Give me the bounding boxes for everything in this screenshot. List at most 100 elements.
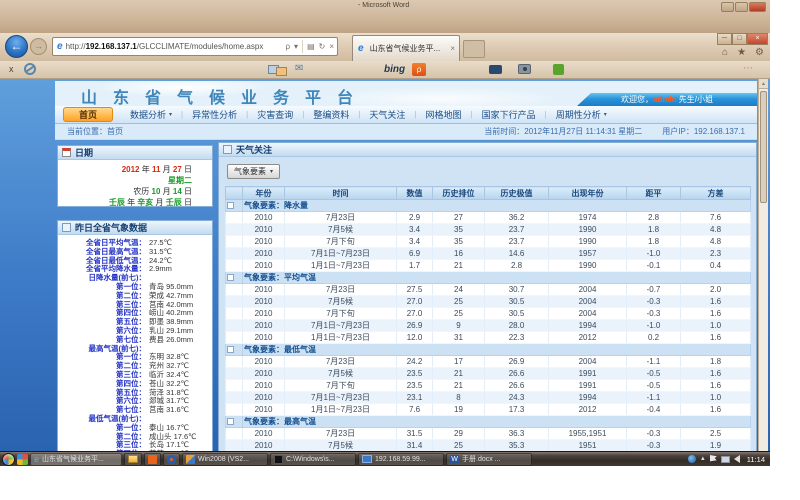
table-row[interactable]: 20107月23日2.92736.219742.87.6 [226, 212, 751, 224]
nav-item-7[interactable]: 网格地图 [417, 108, 471, 121]
nav-item-9[interactable]: 周期性分析▾ [547, 108, 616, 121]
nav-item-2[interactable]: 数据分析▾ [121, 108, 181, 121]
task-button-3[interactable] [144, 453, 161, 466]
home-icon[interactable]: ⌂ [722, 47, 728, 59]
binoculars-icon[interactable] [489, 65, 502, 74]
task-button-1[interactable]: e山东省气候业务平... [30, 453, 122, 466]
table-row[interactable]: 20107月下旬3.43523.719901.84.8 [226, 236, 751, 248]
group-row[interactable]: 气象要素：降水量 [226, 200, 751, 212]
forward-button[interactable]: → [30, 38, 47, 55]
scroll-up-icon[interactable]: ▲ [759, 79, 768, 89]
table-row[interactable]: 20107月1日~7月23日23.1824.31994-1.11.0 [226, 392, 751, 404]
cell: 6.9 [397, 248, 433, 260]
table-row[interactable]: 20107月23日24.21726.92004-1.11.8 [226, 356, 751, 368]
table-row[interactable]: 20107月5候27.02530.52004-0.31.6 [226, 296, 751, 308]
addon-puzzle-icon[interactable] [553, 64, 564, 75]
group-row[interactable]: 气象要素：最低气温 [226, 344, 751, 356]
back-button[interactable]: ← [5, 35, 28, 58]
camera-icon[interactable] [518, 64, 531, 74]
weather-panel-header: 昨日全省气象数据 [58, 221, 212, 235]
refresh-icon[interactable]: ↻ [319, 42, 326, 51]
bing-search-icon[interactable]: ρ [412, 63, 426, 76]
table-row[interactable]: 20107月下旬27.02530.52004-0.31.6 [226, 308, 751, 320]
stop-icon[interactable]: × [329, 42, 334, 51]
table-row[interactable]: 20101月1日~7月23日12.03122.320120.21.6 [226, 332, 751, 344]
favorites-star-icon[interactable]: ★ [737, 47, 746, 59]
task-button-5[interactable]: Win2008 (VS2... [182, 453, 268, 466]
close-x-icon[interactable]: x [9, 64, 14, 74]
new-tab-button[interactable] [463, 40, 485, 58]
table-row[interactable]: 20107月23日31.52936.31955,1951-0.32.5 [226, 428, 751, 440]
group-row[interactable]: 气象要素：平均气温 [226, 272, 751, 284]
compatibility-icon[interactable]: ▤ [307, 42, 315, 51]
column-header[interactable]: 历史极值 [485, 187, 549, 200]
column-header[interactable]: 出现年份 [549, 187, 627, 200]
search-icon[interactable]: ρ [285, 42, 290, 51]
cell: 2010 [243, 404, 285, 416]
checkbox[interactable] [227, 346, 234, 353]
url-host: 192.168.137.1 [86, 42, 137, 51]
table-row[interactable]: 20107月5候23.52126.61991-0.51.6 [226, 368, 751, 380]
main-navigation: 首页数据分析▾|异常性分析|灾害查询|整编资料|天气关注|网格地图|国家下行产品… [55, 106, 757, 124]
task-button-6[interactable]: C:\Windows\s... [270, 453, 356, 466]
network-globe-icon[interactable] [688, 455, 696, 463]
tools-gear-icon[interactable]: ⚙ [755, 47, 764, 59]
nav-item-4[interactable]: 灾害查询 [248, 108, 302, 121]
task-button-4[interactable] [163, 453, 180, 466]
cell: 4.8 [681, 224, 751, 236]
address-bar[interactable]: e http://192.168.137.1/GLCCLIMATE/module… [52, 37, 338, 56]
start-button[interactable] [2, 453, 15, 466]
quick-launch-icon[interactable] [17, 454, 28, 465]
volume-icon[interactable] [734, 455, 740, 463]
table-row[interactable]: 20107月5候31.42535.31951-0.31.9 [226, 440, 751, 452]
column-header[interactable]: 时间 [285, 187, 397, 200]
nav-item-6[interactable]: 天气关注 [360, 108, 414, 121]
cell: 35.3 [485, 440, 549, 452]
element-filter-button[interactable]: 气象要素 ▾ [227, 164, 280, 179]
table-row[interactable]: 20107月1日~7月23日6.91614.61957-1.02.3 [226, 248, 751, 260]
column-header[interactable]: 年份 [243, 187, 285, 200]
action-center-flag-icon[interactable] [710, 455, 717, 463]
close-button[interactable]: × [747, 33, 768, 45]
maximize-button[interactable]: □ [732, 33, 747, 45]
scrollbar-thumb[interactable] [760, 91, 767, 203]
minimize-button[interactable]: ─ [717, 33, 732, 45]
nav-item-5[interactable]: 整编资料 [304, 108, 358, 121]
task-label: Win2008 (VS2... [198, 456, 249, 463]
nav-item-1[interactable]: 首页 [63, 107, 113, 122]
cell: 1月1日~7月23日 [285, 404, 397, 416]
nav-item-3[interactable]: 异常性分析 [183, 108, 246, 121]
bg-close-button[interactable] [749, 2, 766, 12]
bg-minimize-button[interactable] [721, 2, 734, 12]
table-row[interactable]: 20101月1日~7月23日1.7212.81990-0.10.4 [226, 260, 751, 272]
task-button-7[interactable]: 192.168.59.99... [358, 453, 444, 466]
bg-maximize-button[interactable] [735, 2, 748, 12]
table-row[interactable]: 20107月5候3.43523.719901.84.8 [226, 224, 751, 236]
nav-item-8[interactable]: 国家下行产品 [473, 108, 545, 121]
column-header[interactable]: 方差 [681, 187, 751, 200]
clock[interactable]: 11:14 [747, 455, 765, 464]
table-row[interactable]: 20107月下旬23.52126.61991-0.51.6 [226, 380, 751, 392]
checkbox[interactable] [227, 202, 234, 209]
checkbox[interactable] [227, 274, 234, 281]
group-row[interactable]: 气象要素：最高气温 [226, 416, 751, 428]
weather-panel-title: 昨日全省气象数据 [75, 221, 147, 234]
network-monitor-icon[interactable] [721, 456, 730, 463]
column-header[interactable]: 历史排位 [433, 187, 485, 200]
table-row[interactable]: 20107月1日~7月23日26.9928.01994-1.01.0 [226, 320, 751, 332]
column-header[interactable]: 数值 [397, 187, 433, 200]
more-dots-icon[interactable]: ⋯ [743, 63, 754, 74]
tab-close-icon[interactable]: × [450, 44, 455, 53]
page-scrollbar[interactable]: ▲ [758, 79, 768, 451]
envelope-icon[interactable]: ✉ [295, 63, 303, 74]
table-row[interactable]: 20101月1日~7月23日7.61917.32012-0.41.6 [226, 404, 751, 416]
table-row[interactable]: 20107月23日27.52430.72004-0.72.0 [226, 284, 751, 296]
column-header[interactable]: 距平 [627, 187, 681, 200]
checkbox[interactable] [227, 418, 234, 425]
tray-caret-icon[interactable]: ▲ [700, 456, 706, 462]
task-button-2[interactable] [124, 453, 142, 466]
browser-tab[interactable]: e 山东省气候业务平... × [352, 35, 460, 61]
search-dropdown-icon[interactable]: ▾ [294, 42, 298, 51]
card2-icon[interactable] [276, 67, 287, 76]
task-button-8[interactable]: W手册.docx ... [446, 453, 532, 466]
